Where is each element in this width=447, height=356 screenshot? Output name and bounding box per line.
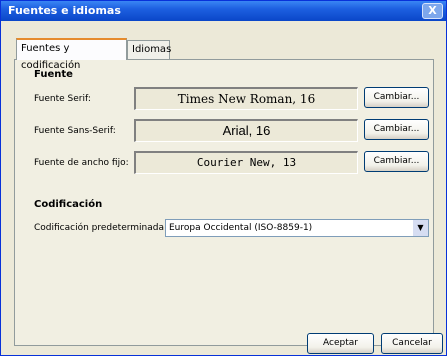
dialog-window: Fuentes e idiomas X Fuentes y codificaci… (0, 0, 447, 356)
encoding-select-value: Europa Occidental (ISO-8859-1) (169, 223, 313, 233)
tab-fonts-encoding[interactable]: Fuentes y codificación (16, 38, 127, 71)
title-bar[interactable]: Fuentes e idiomas X (1, 1, 446, 21)
close-button[interactable]: X (422, 3, 443, 19)
tab-label: Fuentes y codificación (21, 43, 81, 71)
chevron-down-icon[interactable]: ▼ (412, 220, 428, 236)
sans-serif-font-display: Arial, 16 (134, 119, 358, 142)
tab-languages[interactable]: Idiomas (127, 40, 172, 60)
tab-label: Idiomas (132, 44, 172, 55)
serif-font-display: Times New Roman, 16 (134, 87, 358, 110)
change-sans-serif-button[interactable]: Cambiar... (364, 119, 429, 140)
serif-font-label: Fuente Serif: (34, 94, 91, 104)
ok-button[interactable]: Aceptar (307, 333, 374, 354)
monospace-font-label: Fuente de ancho fijo: (34, 158, 129, 168)
close-icon: X (428, 4, 437, 17)
default-encoding-label: Codificación predeterminada: (34, 223, 168, 233)
encoding-select[interactable]: Europa Occidental (ISO-8859-1) ▼ (165, 219, 429, 237)
sans-serif-font-label: Fuente Sans-Serif: (34, 126, 116, 136)
window-title: Fuentes e idiomas (8, 4, 121, 17)
change-serif-button[interactable]: Cambiar... (364, 87, 429, 108)
cancel-button[interactable]: Cancelar (381, 333, 443, 354)
monospace-font-display: Courier New, 13 (134, 151, 358, 174)
encoding-group-label: Codificación (34, 199, 103, 210)
change-monospace-button[interactable]: Cambiar... (364, 151, 429, 172)
